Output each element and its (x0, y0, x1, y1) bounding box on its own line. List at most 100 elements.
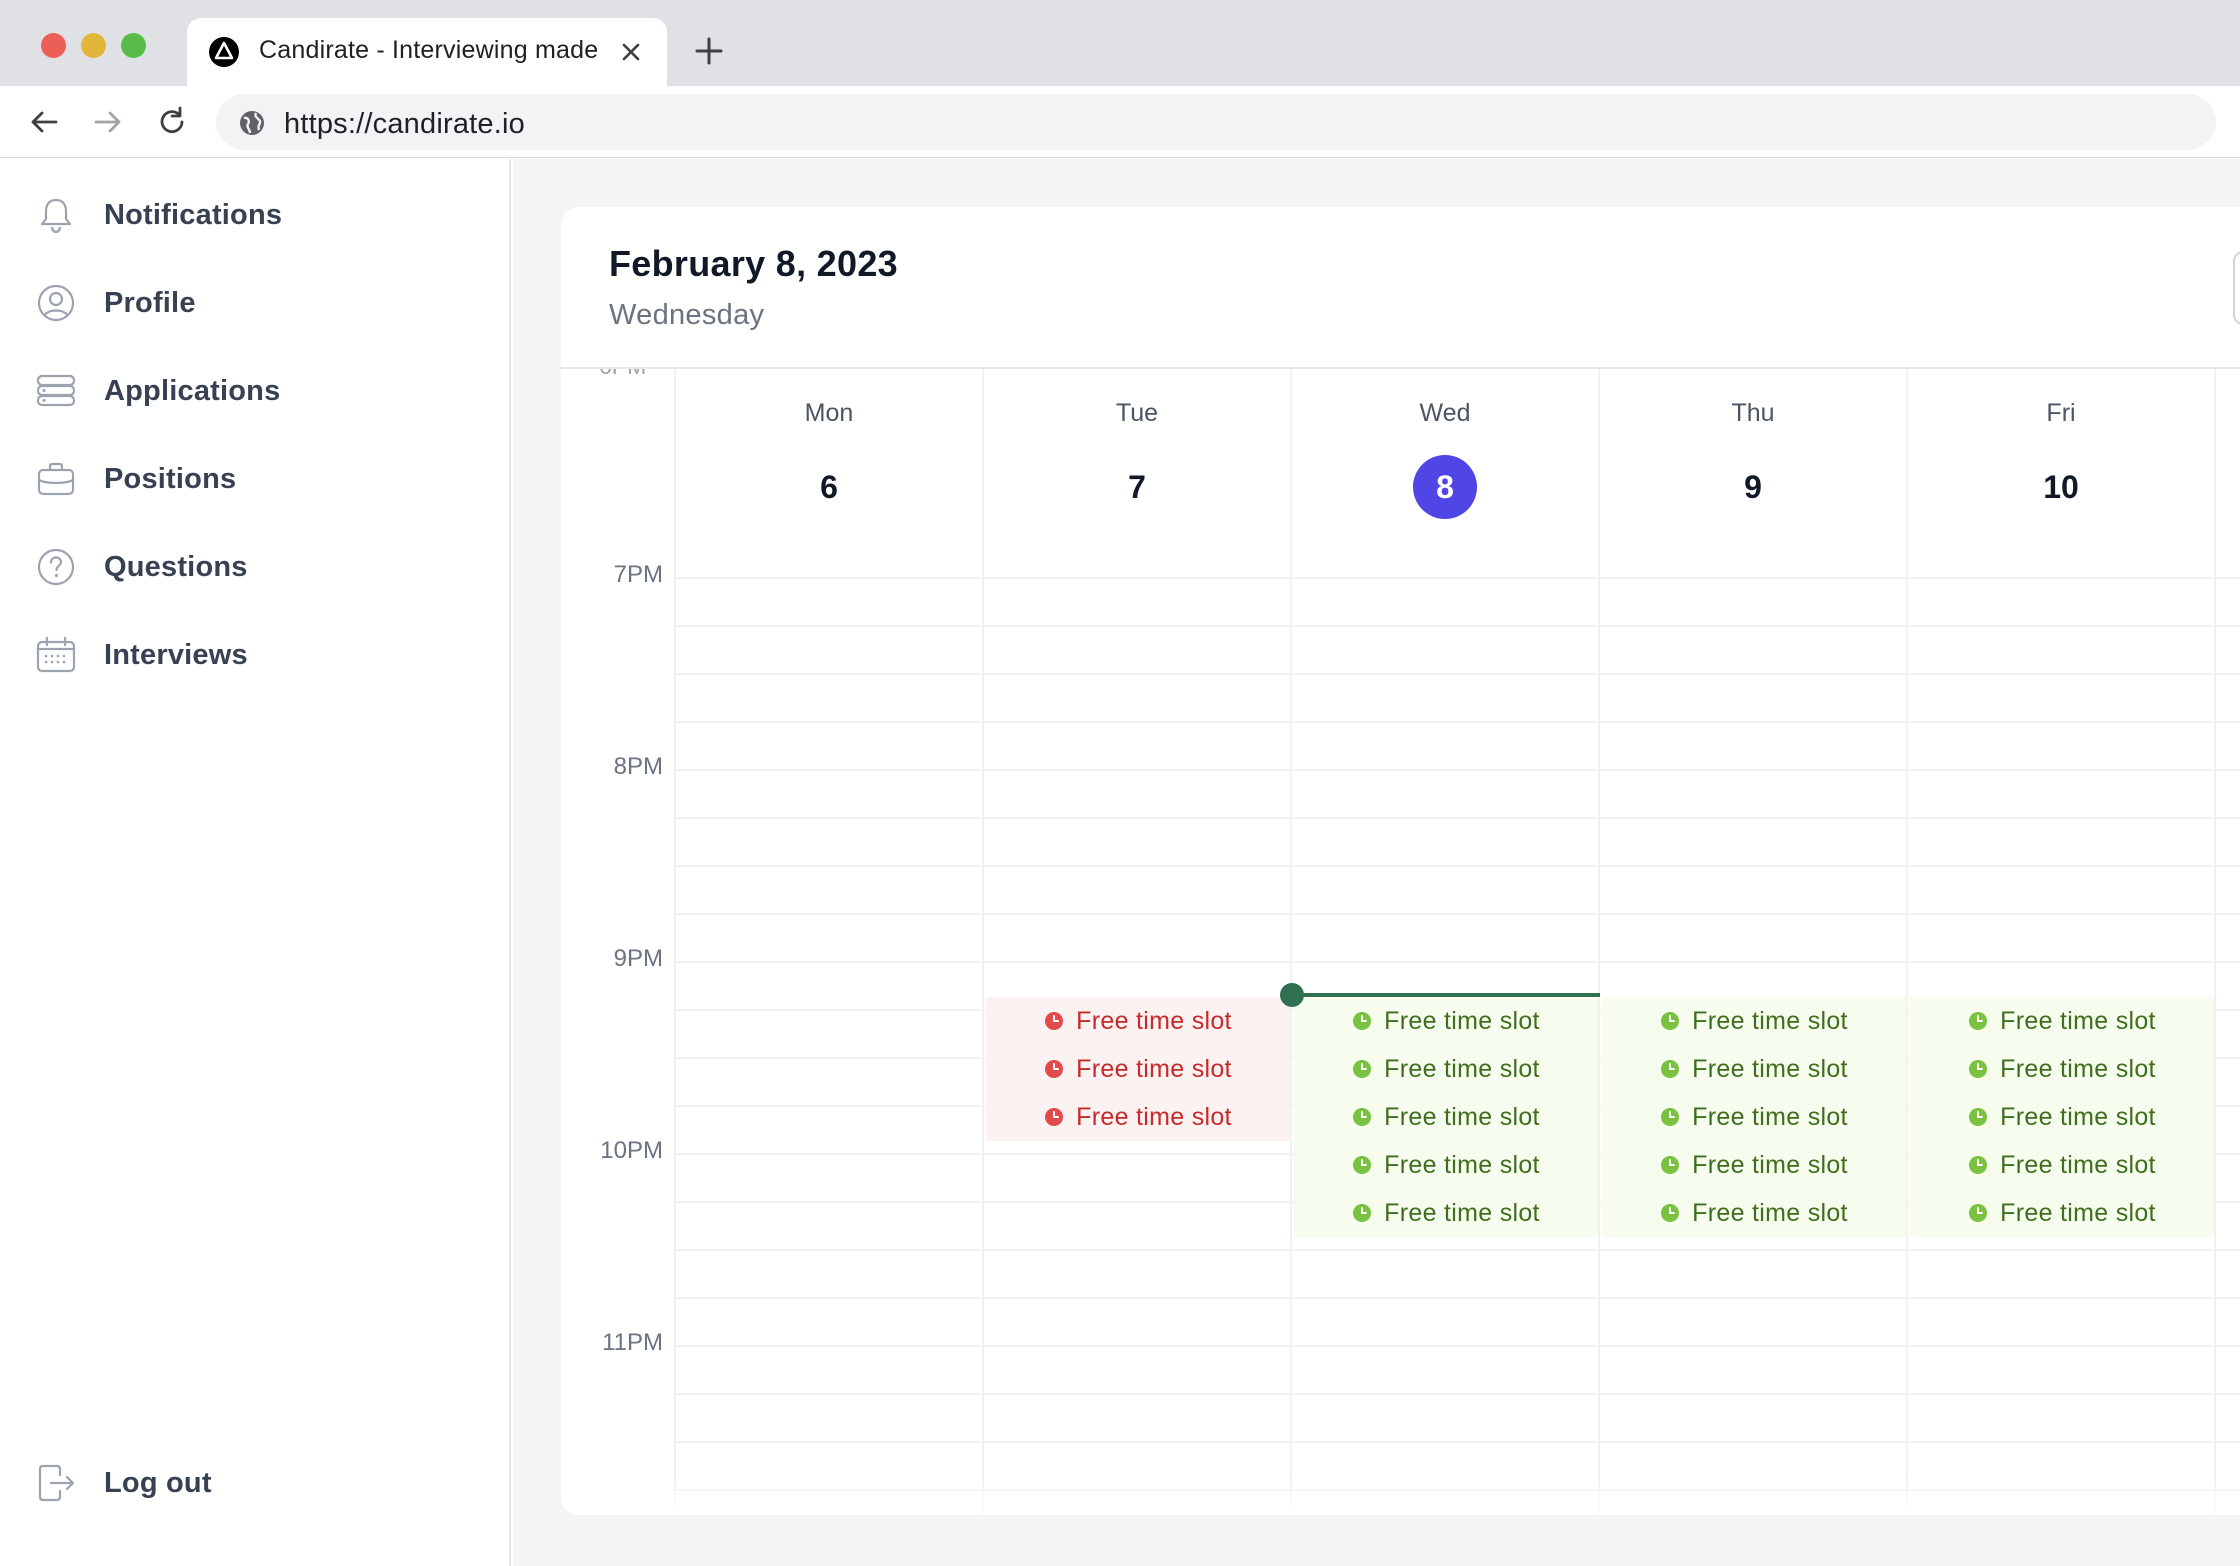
slot-label: Free time slot (1076, 1054, 1232, 1083)
reload-icon[interactable] (154, 104, 190, 140)
free-time-slot[interactable]: Free time slot (1294, 1189, 1598, 1237)
logout-icon (34, 1461, 78, 1505)
slot-label: Free time slot (1076, 1102, 1232, 1131)
briefcase-icon (34, 457, 78, 501)
day-number[interactable]: 7 (1105, 455, 1169, 519)
free-time-slot[interactable]: Free time slot (1910, 1141, 2214, 1189)
today-date-badge[interactable]: 8 (1413, 455, 1477, 519)
day-name: Fri (2046, 399, 2076, 427)
day-name: Tue (1115, 399, 1159, 427)
free-time-slot[interactable]: Free time slot (1910, 1093, 2214, 1141)
close-icon[interactable] (619, 40, 643, 64)
clock-icon (1045, 1012, 1064, 1030)
header-action-button[interactable] (2233, 251, 2240, 325)
free-time-slot[interactable]: Free time slot (1602, 1045, 1906, 1093)
slot-label: Free time slot (1384, 1006, 1540, 1035)
free-time-slot[interactable]: Free time slot (1294, 1093, 1598, 1141)
sidebar-item-applications[interactable]: Applications (34, 367, 494, 415)
hour-label: 11PM (602, 1329, 663, 1356)
url-text: https://candirate.io (284, 108, 525, 140)
clock-icon (1661, 1012, 1680, 1030)
maximize-window-button[interactable] (121, 33, 146, 58)
sidebar: Notifications Profile Applications Posit… (0, 159, 511, 1566)
slot-label: Free time slot (1692, 1150, 1848, 1179)
booked-slot[interactable]: Free time slot (986, 1045, 1290, 1093)
current-time-line (1292, 993, 1600, 997)
browser-toolbar: https://candirate.io (0, 86, 2240, 158)
clock-icon (1969, 1012, 1988, 1030)
hour-label: 10PM (600, 1137, 663, 1164)
day-column[interactable]: Mon 6 (676, 369, 984, 1515)
forward-arrow-icon[interactable] (90, 104, 126, 140)
clock-icon (1353, 1060, 1372, 1078)
slot-label: Free time slot (1384, 1054, 1540, 1083)
clock-icon (1045, 1060, 1064, 1078)
free-time-slot[interactable]: Free time slot (1294, 997, 1598, 1045)
calendar-header: February 8, 2023 Wednesday (561, 207, 2240, 369)
day-number[interactable]: 9 (1721, 455, 1785, 519)
slot-label: Free time slot (2000, 1006, 2156, 1035)
free-time-slot[interactable]: Free time slot (1910, 1189, 2214, 1237)
booked-slot[interactable]: Free time slot (986, 1093, 1290, 1141)
free-time-slot[interactable]: Free time slot (1602, 997, 1906, 1045)
clock-icon (1969, 1156, 1988, 1174)
clock-icon (1969, 1108, 1988, 1126)
clock-icon (1661, 1060, 1680, 1078)
free-time-slot[interactable]: Free time slot (1602, 1141, 1906, 1189)
free-time-slot[interactable]: Free time slot (1910, 1045, 2214, 1093)
day-column[interactable]: Tue 7 (984, 369, 1292, 1515)
plus-icon[interactable] (694, 36, 724, 66)
day-column[interactable]: Thu 9 (1600, 369, 1908, 1515)
calendar-icon (34, 633, 78, 677)
slot-label: Free time slot (1384, 1150, 1540, 1179)
current-time-dot (1280, 983, 1304, 1007)
clock-icon (1969, 1060, 1988, 1078)
address-bar[interactable]: https://candirate.io (216, 94, 2216, 150)
slot-label: Free time slot (1384, 1102, 1540, 1131)
slot-label: Free time slot (2000, 1054, 2156, 1083)
free-time-slot[interactable]: Free time slot (1602, 1093, 1906, 1141)
hour-label: 8PM (613, 753, 663, 780)
free-time-slot[interactable]: Free time slot (1602, 1189, 1906, 1237)
hour-label: 7PM (613, 561, 663, 588)
day-column[interactable]: Fri 10 (1908, 369, 2216, 1515)
minimize-window-button[interactable] (81, 33, 106, 58)
slot-label: Free time slot (1692, 1054, 1848, 1083)
slot-label: Free time slot (2000, 1198, 2156, 1227)
sidebar-item-interviews[interactable]: Interviews (34, 631, 494, 679)
slot-label: Free time slot (1384, 1198, 1540, 1227)
clock-icon (1969, 1204, 1988, 1222)
main-area: February 8, 2023 Wednesday 6PM 7PM8PM9PM… (513, 159, 2240, 1566)
back-arrow-icon[interactable] (26, 104, 62, 140)
free-time-slot[interactable]: Free time slot (1294, 1045, 1598, 1093)
free-time-slot[interactable]: Free time slot (1910, 997, 2214, 1045)
close-window-button[interactable] (41, 33, 66, 58)
sidebar-item-positions[interactable]: Positions (34, 455, 494, 503)
slot-label: Free time slot (1076, 1006, 1232, 1035)
tab-title: Candirate - Interviewing made easy (259, 36, 599, 64)
day-number[interactable]: 10 (2029, 455, 2093, 519)
week-grid: 6PM 7PM8PM9PM10PM11PMMon6Tue7Wed8Thu9Fri… (561, 353, 2240, 1515)
day-name: Mon (804, 399, 854, 427)
selected-date: February 8, 2023 (609, 243, 898, 284)
selected-weekday: Wednesday (609, 299, 765, 331)
day-number[interactable]: 6 (797, 455, 861, 519)
sidebar-item-questions[interactable]: Questions (34, 543, 494, 591)
day-column[interactable]: Wed 8 (1292, 369, 1600, 1515)
clock-icon (1661, 1204, 1680, 1222)
stack-icon (34, 369, 78, 413)
logout-button[interactable]: Log out (34, 1459, 494, 1507)
globe-icon (240, 111, 264, 135)
slot-label: Free time slot (1692, 1198, 1848, 1227)
clock-icon (1353, 1204, 1372, 1222)
user-circle-icon (34, 281, 78, 325)
day-name: Thu (1731, 399, 1775, 427)
clock-icon (1353, 1012, 1372, 1030)
sidebar-item-notifications[interactable]: Notifications (34, 191, 494, 239)
slot-label: Free time slot (1692, 1006, 1848, 1035)
sidebar-item-profile[interactable]: Profile (34, 279, 494, 327)
free-time-slot[interactable]: Free time slot (1294, 1141, 1598, 1189)
browser-tab-active[interactable]: Candirate - Interviewing made easy (187, 18, 667, 86)
booked-slot[interactable]: Free time slot (986, 997, 1290, 1045)
clock-icon (1045, 1108, 1064, 1126)
